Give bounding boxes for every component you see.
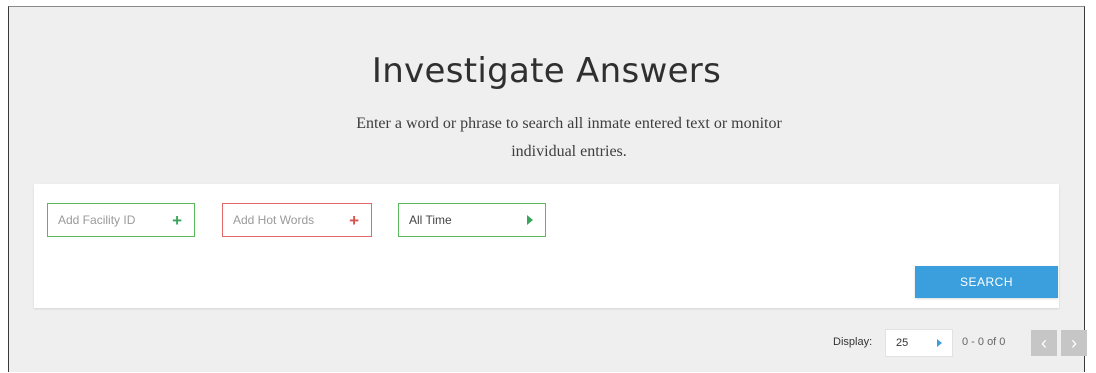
chevron-right-icon: › bbox=[1071, 332, 1077, 353]
search-button[interactable]: SEARCH bbox=[915, 266, 1058, 298]
hot-words-placeholder: Add Hot Words bbox=[233, 213, 315, 227]
results-range: 0 - 0 of 0 bbox=[962, 336, 1006, 348]
next-page-button[interactable]: › bbox=[1061, 330, 1087, 356]
subtitle-line-2: individual entries. bbox=[511, 143, 627, 160]
prev-page-button[interactable]: ‹ bbox=[1031, 330, 1057, 356]
caret-right-icon bbox=[527, 215, 533, 225]
plus-icon[interactable]: + bbox=[349, 212, 359, 229]
page-title: Investigate Answers bbox=[371, 51, 722, 91]
time-range-value: All Time bbox=[409, 213, 452, 227]
plus-icon[interactable]: + bbox=[172, 212, 182, 229]
page-subtitle: Enter a word or phrase to search all inm… bbox=[299, 110, 839, 166]
chevron-left-icon: ‹ bbox=[1041, 332, 1047, 353]
facility-id-field[interactable]: Add Facility ID + bbox=[47, 203, 195, 237]
caret-right-icon bbox=[937, 339, 942, 347]
search-panel: Add Facility ID + Add Hot Words + All Ti… bbox=[34, 184, 1059, 308]
facility-id-placeholder: Add Facility ID bbox=[58, 213, 136, 227]
time-range-select[interactable]: All Time bbox=[398, 203, 546, 237]
app-frame: Investigate Answers Enter a word or phra… bbox=[8, 6, 1087, 372]
display-count-select[interactable]: 25 bbox=[885, 329, 953, 357]
display-count-value: 25 bbox=[896, 337, 909, 349]
display-label: Display: bbox=[833, 336, 873, 348]
subtitle-line-1: Enter a word or phrase to search all inm… bbox=[356, 115, 782, 132]
hot-words-field[interactable]: Add Hot Words + bbox=[222, 203, 372, 237]
